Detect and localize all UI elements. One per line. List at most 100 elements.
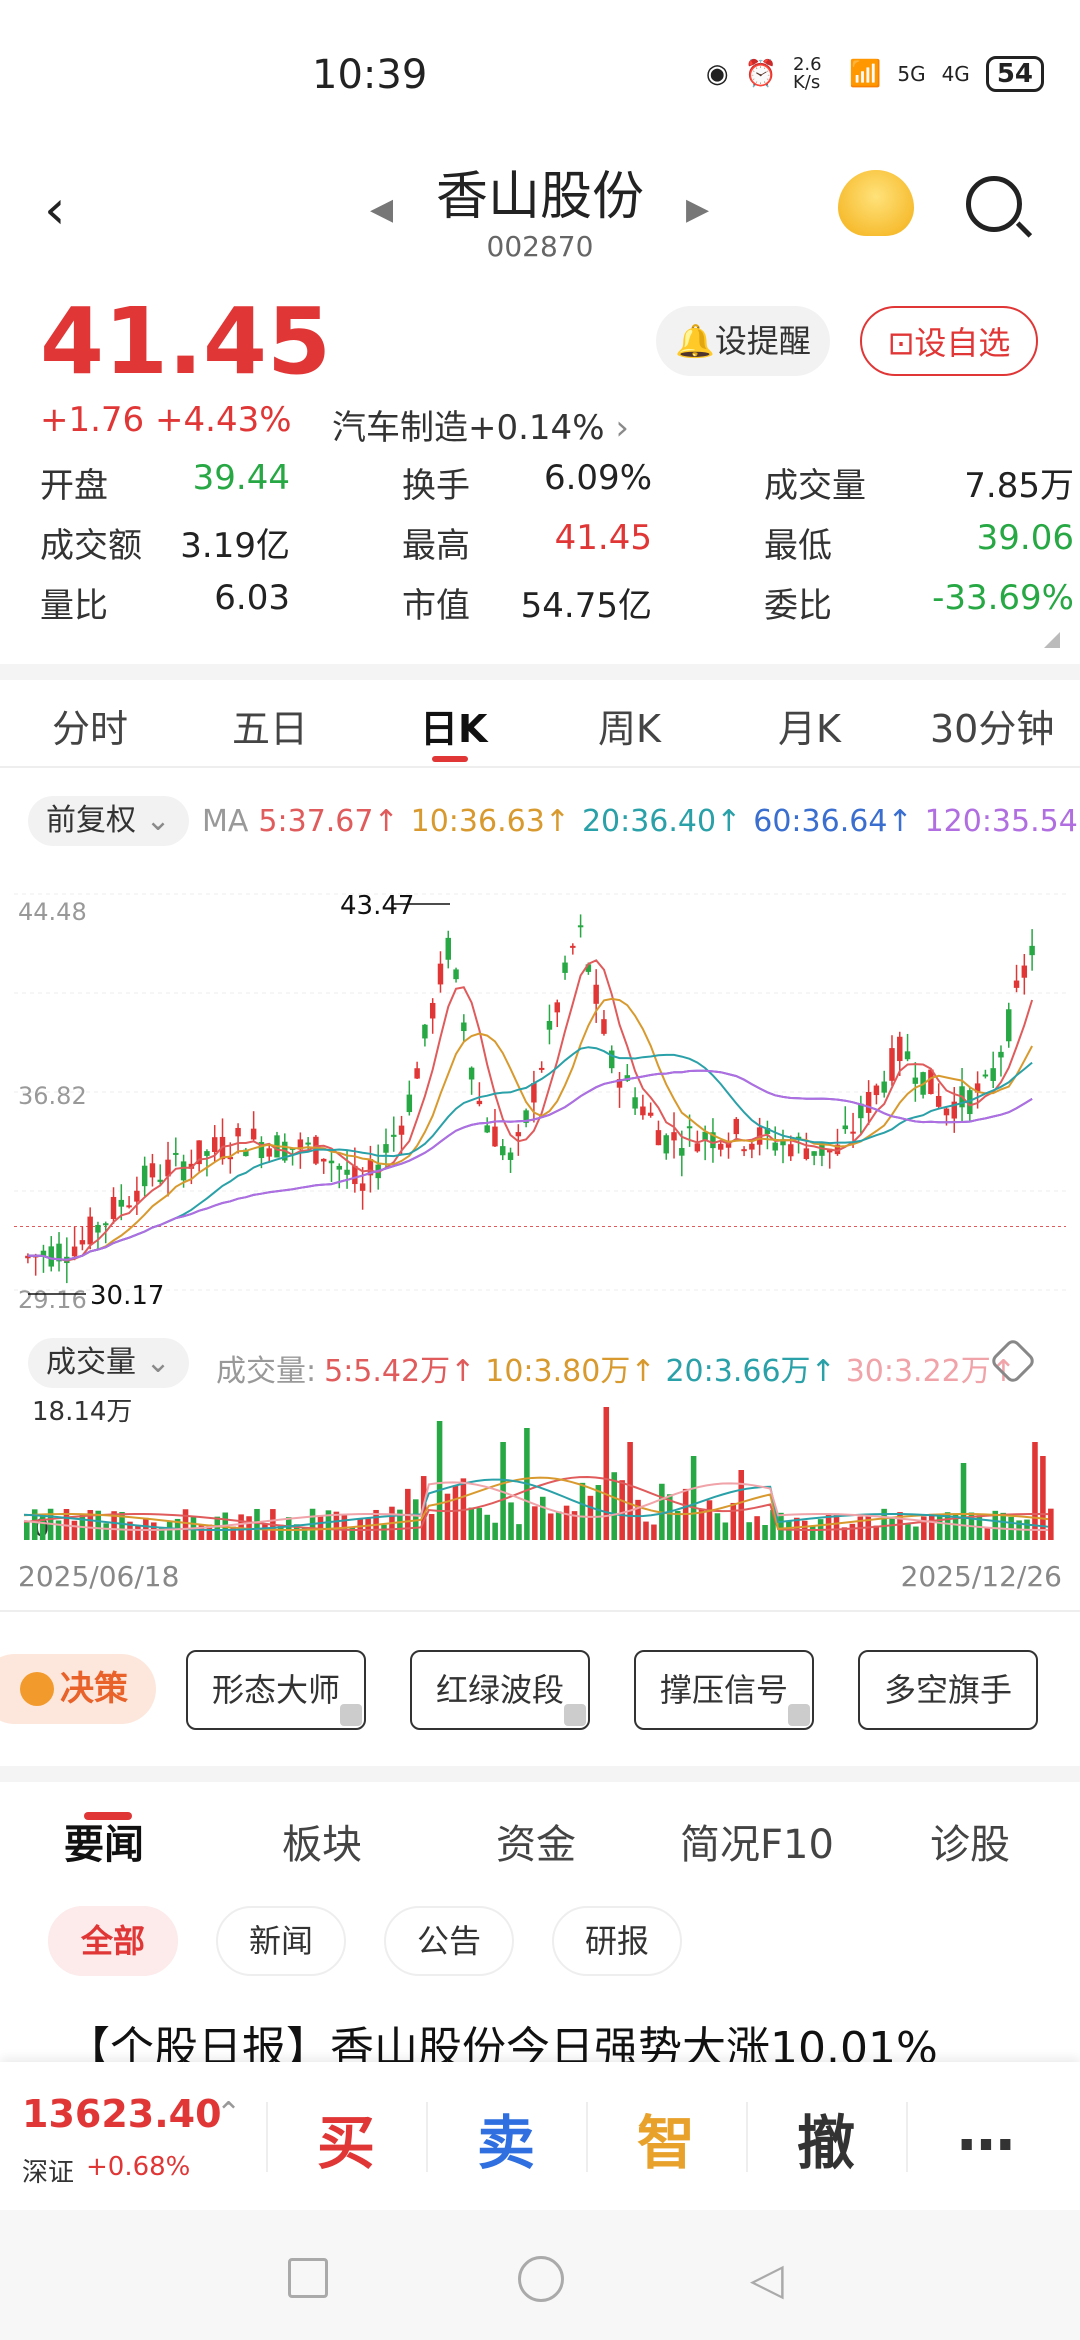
news-tab[interactable]: 要闻 — [64, 1812, 144, 1870]
button-separator — [426, 2102, 428, 2172]
volume-max-label: 18.14万 — [32, 1397, 132, 1427]
ma-line — [27, 1069, 1033, 1261]
news-tab[interactable]: 资金 — [496, 1812, 576, 1870]
industry-link[interactable]: 汽车制造+0.14% › — [332, 400, 629, 449]
stat-label: 市值 — [402, 586, 470, 626]
volume-bar — [381, 1524, 387, 1540]
candle-body — [500, 1146, 506, 1156]
mascot-icon[interactable] — [838, 170, 914, 236]
news-filter-chip[interactable]: 公告 — [384, 1906, 514, 1976]
candlestick-chart[interactable]: 44.48 36.82 29.16 43.47 30.17 — [14, 874, 1066, 1320]
candle-body — [749, 1143, 755, 1150]
volume-bar — [166, 1521, 173, 1540]
ma-value: 20:36.40↑ — [581, 804, 742, 839]
period-tab[interactable]: 五日 — [232, 698, 308, 753]
volume-chart[interactable]: 18.14万0 — [14, 1390, 1066, 1556]
volume-bar — [563, 1505, 570, 1540]
volume-bar — [730, 1502, 737, 1540]
period-tab[interactable]: 30分钟 — [930, 698, 1054, 753]
trade-button[interactable]: 智 — [616, 2096, 716, 2180]
trade-button[interactable]: … — [936, 2096, 1036, 2164]
tool-label: 形态大师 — [211, 1671, 340, 1709]
volume-ma-value: 30:3.22万↑ — [845, 1354, 1016, 1389]
candle-body — [842, 1125, 849, 1130]
stat-value: 54.75亿 — [520, 586, 652, 626]
volume-bar — [754, 1516, 760, 1540]
volume-dropdown[interactable]: 成交量 ⌄ — [28, 1338, 189, 1388]
volume-label: 成交量 — [46, 1345, 136, 1380]
period-tab[interactable]: 月K — [778, 698, 841, 753]
candle-body — [79, 1240, 86, 1245]
candle-body — [422, 1024, 428, 1039]
net-speed: 2.6 K/s — [792, 54, 822, 93]
stat-value: 41.45 — [554, 518, 652, 558]
news-tab-underline — [84, 1812, 132, 1820]
industry-name: 汽车制造 — [332, 408, 468, 448]
home-icon[interactable] — [518, 2256, 564, 2302]
chevron-up-icon[interactable]: ⌃ — [216, 2096, 241, 2131]
news-filter-chip[interactable]: 新闻 — [216, 1906, 346, 1976]
news-tab[interactable]: 诊股 — [930, 1812, 1010, 1870]
period-tab[interactable]: 周K — [598, 698, 661, 753]
volume-bar — [143, 1517, 149, 1540]
volume-bar — [1040, 1456, 1046, 1540]
set-alert-button[interactable]: 🔔设提醒 — [656, 306, 830, 376]
candle-body — [359, 1183, 366, 1191]
wifi-icon: 📶 — [848, 59, 882, 89]
trade-button[interactable]: 卖 — [456, 2096, 556, 2180]
news-tab[interactable]: 板块 — [282, 1812, 362, 1870]
volume-bar — [960, 1463, 967, 1540]
tool-button[interactable]: 红绿波段 — [410, 1650, 590, 1730]
candle-body — [118, 1199, 125, 1207]
trade-button[interactable]: 买 — [296, 2096, 396, 2180]
candle-body — [865, 1091, 872, 1113]
volume-bar — [285, 1517, 292, 1540]
volume-bar — [214, 1516, 221, 1540]
index-value[interactable]: 13623.40 — [22, 2092, 222, 2136]
tool-button[interactable]: 多空旗手 — [858, 1650, 1038, 1730]
news-filter-chip[interactable]: 研报 — [552, 1906, 682, 1976]
button-separator — [586, 2102, 588, 2172]
signal-5g: 5G — [897, 62, 926, 86]
volume-legend: 成交量 ⌄ 成交量: 5:5.42万↑ 10:3.80万↑ 20:3.66万↑ 30:3… — [0, 1330, 1080, 1390]
adjust-dropdown[interactable]: 前复权 ⌄ — [28, 796, 189, 846]
tabs-divider — [0, 766, 1080, 768]
candle-body — [48, 1246, 54, 1267]
expand-corner-icon[interactable] — [1044, 632, 1060, 648]
stat-label: 成交额 — [40, 526, 142, 566]
add-watchlist-button[interactable]: ⊡设自选 — [860, 306, 1038, 376]
volume-bar — [24, 1521, 30, 1540]
candle-body — [141, 1165, 148, 1187]
candle-body — [554, 1002, 560, 1013]
ma-value: 10:36.63↑ — [410, 804, 570, 839]
back-nav-icon[interactable]: ◁ — [750, 2254, 784, 2305]
news-filter-chip[interactable]: 全部 — [48, 1906, 178, 1976]
volume-bar — [714, 1513, 721, 1540]
trade-button[interactable]: 撤 — [776, 2096, 876, 2180]
stats-row: 量比 6.03 市值 54.75亿 委比 -33.69% — [40, 578, 1074, 638]
candle-body — [71, 1246, 78, 1257]
period-tab[interactable]: 分时 — [52, 698, 128, 753]
candle-body — [398, 1125, 405, 1135]
decision-button[interactable]: 决策 — [0, 1654, 156, 1724]
period-tab[interactable]: 日K — [420, 698, 487, 753]
candle-body — [95, 1224, 101, 1233]
news-tab[interactable]: 简况F10 — [680, 1812, 834, 1870]
tool-button[interactable]: 撑压信号 — [634, 1650, 814, 1730]
volume-bar — [484, 1514, 490, 1540]
recents-icon[interactable] — [288, 2258, 328, 2298]
candle-body — [998, 1051, 1004, 1058]
candle-body — [803, 1148, 810, 1160]
news-headline[interactable]: 【个股日报】香山股份今日强势大涨10.01% — [66, 2012, 1066, 2062]
volume-bar — [349, 1526, 356, 1540]
search-icon[interactable] — [966, 176, 1022, 232]
volume-bar — [619, 1480, 625, 1540]
candle-body — [1029, 945, 1035, 956]
candle-body — [1021, 965, 1028, 978]
candle-body — [717, 1143, 724, 1150]
candle-body — [344, 1169, 350, 1175]
tool-button[interactable]: 形态大师 — [186, 1650, 366, 1730]
volume-bar — [532, 1506, 538, 1540]
stat-value: 3.19亿 — [180, 526, 290, 566]
candle-body — [570, 945, 576, 948]
